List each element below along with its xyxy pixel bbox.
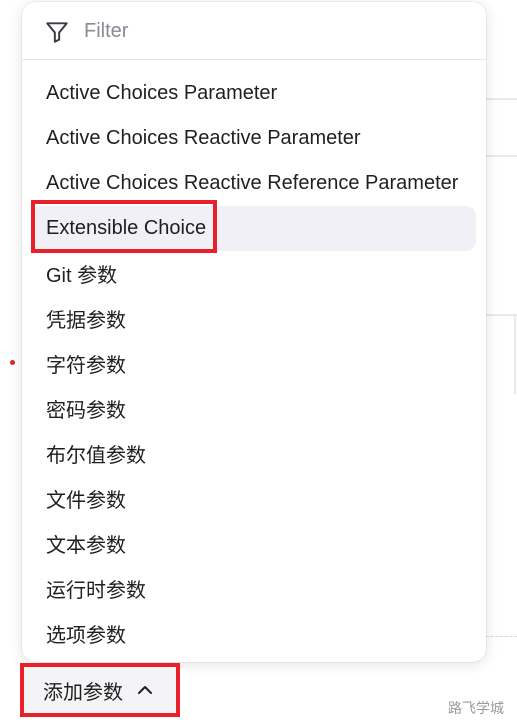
required-marker [10,360,15,365]
menu-item-string-parameter[interactable]: 字符参数 [32,341,476,386]
menu-item-active-choices-parameter[interactable]: Active Choices Parameter [32,71,476,116]
add-parameter-label: 添加参数 [43,681,123,704]
background-divider [514,314,516,394]
filter-icon [46,22,68,43]
menu-item-git-parameter[interactable]: Git 参数 [32,251,476,296]
menu-item-active-choices-reactive-parameter[interactable]: Active Choices Reactive Parameter [32,116,476,161]
background-divider [486,155,517,157]
menu-item-password-parameter[interactable]: 密码参数 [32,386,476,431]
menu-item-choice-parameter[interactable]: 选项参数 [32,611,476,656]
menu-item-credentials-parameter[interactable]: 凭据参数 [32,296,476,341]
add-parameter-button[interactable]: 添加参数 [20,663,180,717]
background-divider [486,98,517,100]
background-dashed-line [486,636,517,637]
menu-item-extensible-choice[interactable]: Extensible Choice [32,206,476,251]
menu-item-file-parameter[interactable]: 文件参数 [32,476,476,521]
menu-item-active-choices-reactive-reference-parameter[interactable]: Active Choices Reactive Reference Parame… [32,161,476,206]
menu-item-boolean-parameter[interactable]: 布尔值参数 [32,431,476,476]
watermark: 路飞学城 [448,700,504,716]
chevron-up-icon [138,686,152,694]
filter-input[interactable] [84,16,464,46]
background-divider [486,314,517,316]
parameter-type-list: Active Choices Parameter Active Choices … [22,71,486,656]
menu-item-run-parameter[interactable]: 运行时参数 [32,566,476,611]
add-parameter-dropdown: Active Choices Parameter Active Choices … [22,2,486,662]
menu-item-text-parameter[interactable]: 文本参数 [32,521,476,566]
filter-row [22,2,486,60]
